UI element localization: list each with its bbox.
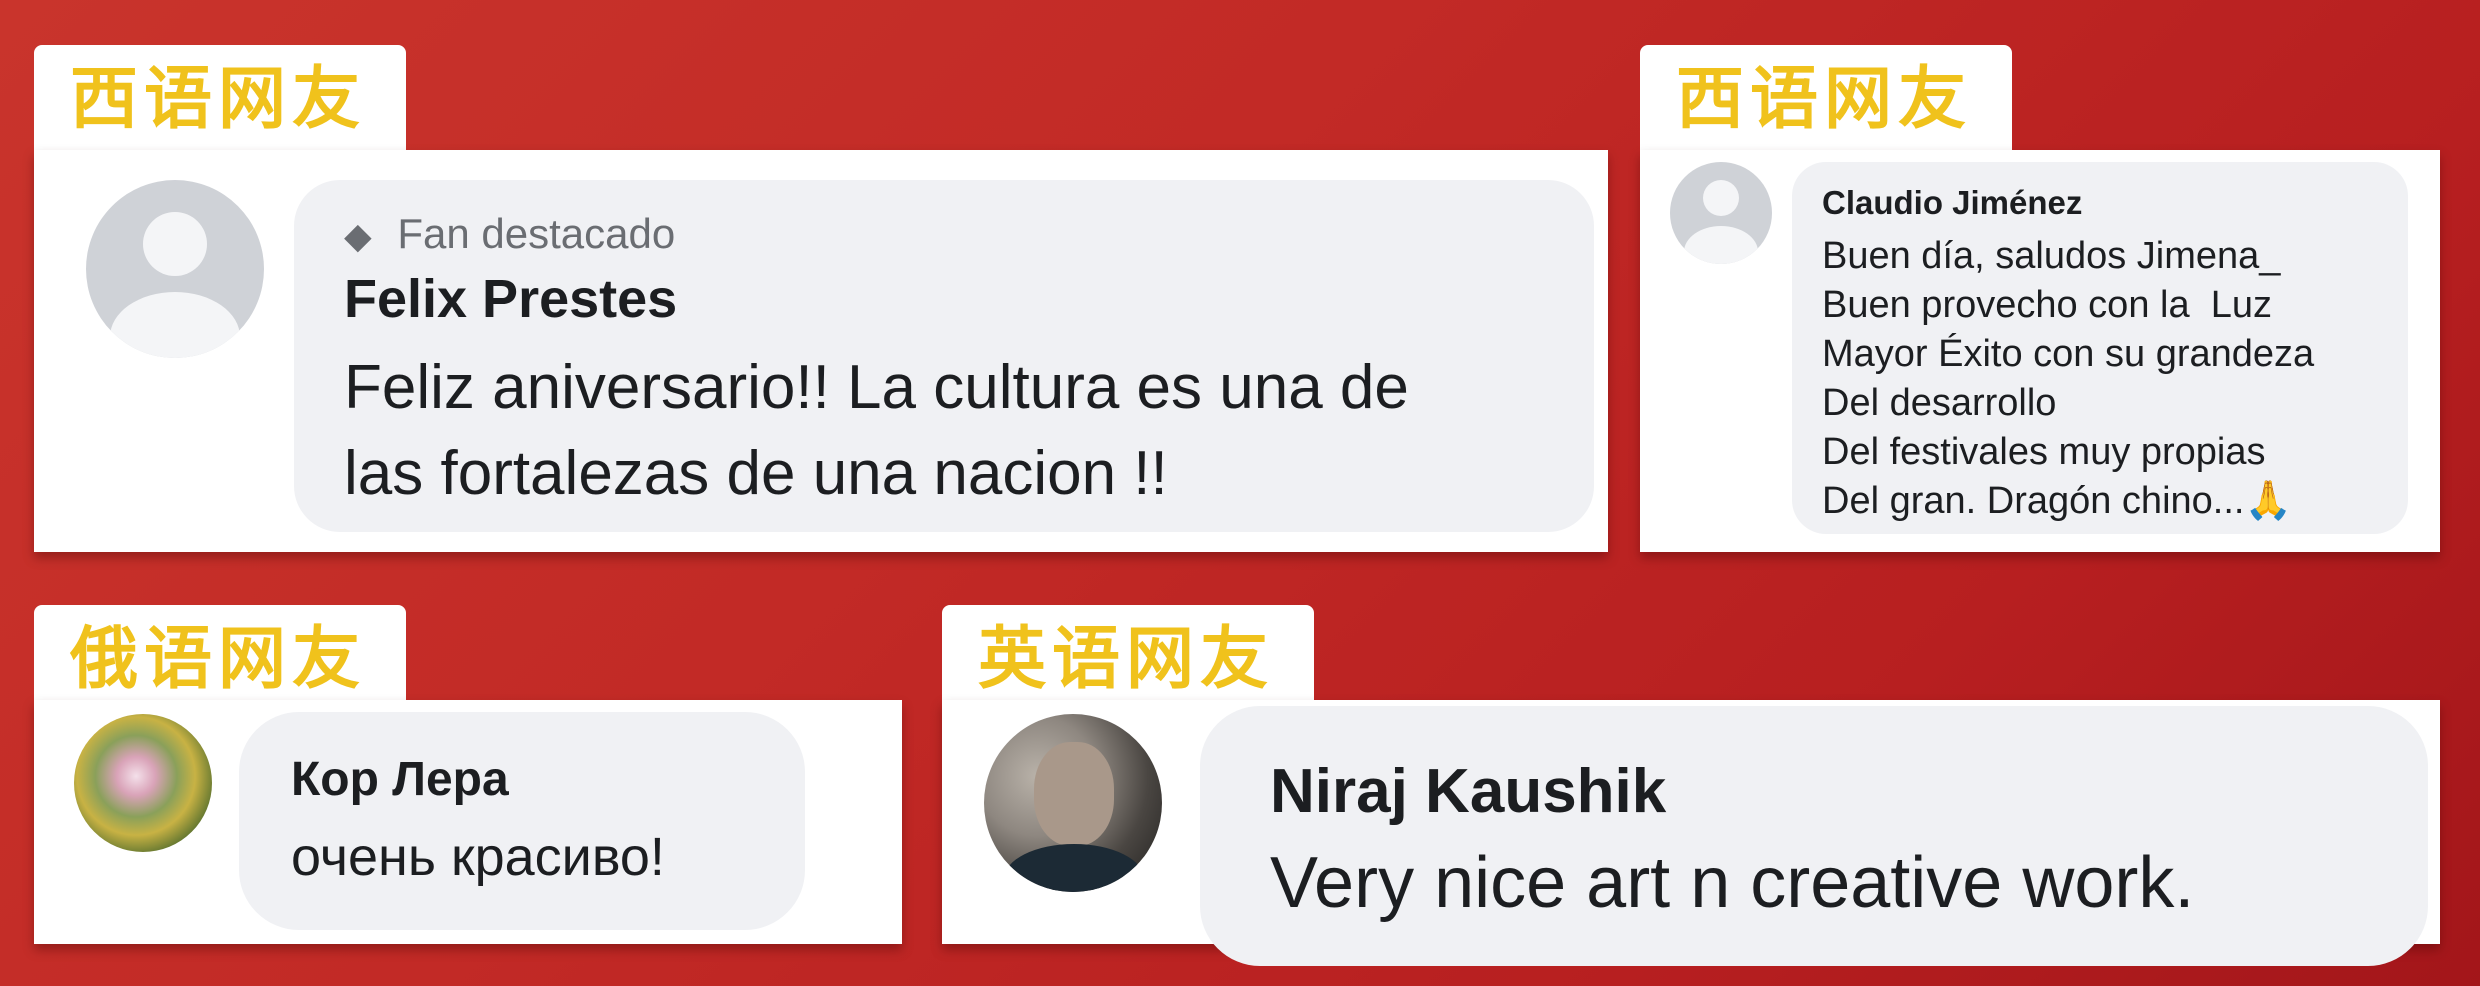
comment-text-line-2: Buen provecho con la Luz: [1822, 284, 2272, 326]
comment-bubble: ◆ Fan destacado Felix Prestes Feliz aniv…: [294, 180, 1594, 532]
avatar-head-shape: [143, 212, 207, 276]
avatar-body-shape: [110, 292, 240, 358]
comment-bubble: Claudio Jiménez Buen día, saludos Jimena…: [1792, 162, 2408, 534]
comment-text-line-2: las fortalezas de una nacion !!: [344, 439, 1168, 508]
avatar-flower-photo: [74, 714, 212, 852]
tag-label: 俄语网友: [70, 620, 367, 699]
comment-bubble: Кор Лера очень красиво!: [239, 712, 805, 930]
tag-russian-netizens: 俄语网友: [34, 605, 406, 715]
fan-badge-label: Fan destacado: [397, 210, 676, 257]
comment-card-felix: ◆ Fan destacado Felix Prestes Feliz aniv…: [34, 150, 1608, 552]
comment-text: Very nice art n creative work.: [1270, 843, 2195, 923]
avatar-placeholder: [86, 180, 264, 358]
comment-author[interactable]: Niraj Kaushik: [1270, 756, 1666, 827]
tag-label: 西语网友: [70, 60, 367, 139]
comment-card-kor-lera: Кор Лера очень красиво!: [34, 700, 902, 944]
tag-english-netizens: 英语网友: [942, 605, 1314, 715]
comment-text-line-6: Del gran. Dragón chino...🙏: [1822, 480, 2292, 522]
avatar-face-shape: [1034, 742, 1114, 846]
comment-author[interactable]: Felix Prestes: [344, 268, 677, 330]
tag-label: 英语网友: [978, 620, 1275, 699]
comment-text: очень красиво!: [291, 827, 665, 887]
avatar-body-shape: [1684, 226, 1758, 264]
comment-text-line-5: Del festivales muy propias: [1822, 431, 2266, 473]
diamond-icon: ◆: [344, 215, 372, 256]
comment-author[interactable]: Claudio Jiménez: [1822, 184, 2082, 222]
avatar-head-shape: [1703, 180, 1739, 216]
comment-text-line-3: Mayor Éxito con su grandeza: [1822, 333, 2315, 375]
comment-text-line-1: Buen día, saludos Jimena_: [1822, 235, 2281, 277]
fan-badge: ◆ Fan destacado: [344, 210, 675, 258]
avatar-man-photo: [984, 714, 1162, 892]
tag-label: 西语网友: [1676, 60, 1973, 139]
comment-text-line-1: Feliz aniversario!! La cultura es una de: [344, 353, 1409, 422]
comment-author[interactable]: Кор Лера: [291, 752, 509, 807]
comment-card-claudio: Claudio Jiménez Buen día, saludos Jimena…: [1640, 150, 2440, 552]
comment-text: Buen día, saludos Jimena_ Buen provecho …: [1822, 232, 2314, 526]
comment-card-niraj: Niraj Kaushik Very nice art n creative w…: [942, 700, 2440, 966]
avatar-shirt-shape: [1004, 844, 1144, 892]
avatar-placeholder: [1670, 162, 1772, 264]
comment-text-line-4: Del desarrollo: [1822, 382, 2057, 424]
tag-spanish-netizens: 西语网友: [1640, 45, 2012, 155]
tag-spanish-netizens: 西语网友: [34, 45, 406, 155]
comment-bubble: Niraj Kaushik Very nice art n creative w…: [1200, 706, 2428, 966]
